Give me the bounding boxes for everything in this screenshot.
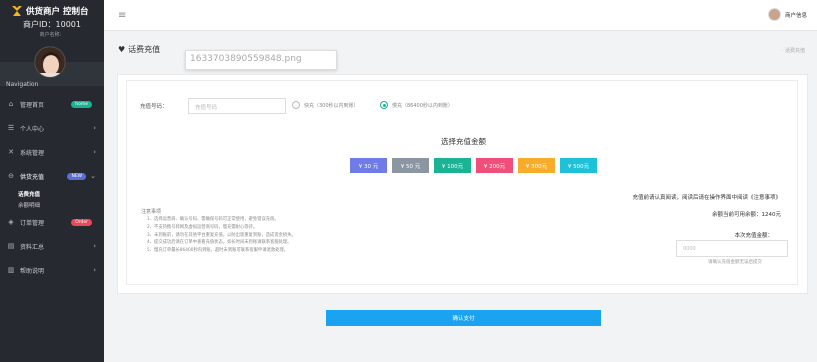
note-item: 2、不支持携号转网及虚拟运营商号码，慢充需耐心等待。	[147, 224, 258, 230]
note-item: 4、提交成功后请在订单中查看充值状态，如长时间未到账请联系客服处理。	[147, 240, 292, 246]
note-item: 3、未到账前，请勿在其他平台重复充值，以防出现重复到账，造成资金损失。	[147, 232, 296, 238]
chevron-right-icon: ›	[93, 148, 96, 156]
page-title: ♥ 话费充值	[118, 44, 160, 55]
menu-toggle-icon[interactable]: ≡	[118, 10, 126, 21]
amount-button-30[interactable]: ¥ 30 元	[350, 158, 387, 173]
chevron-right-icon: ›	[93, 124, 96, 132]
amount-button-500[interactable]: ¥ 500元	[560, 158, 597, 173]
phone-label: 充值号码：	[140, 104, 168, 110]
chevron-down-icon: ⌄	[90, 172, 96, 180]
sidebar-item-help[interactable]: ▥ 帮助说明 ›	[0, 258, 104, 282]
page-title-text: 话费充值	[128, 45, 161, 54]
user-menu-label: 商户信息	[784, 12, 807, 19]
radio-slow-label: 慢充（86400秒以内到账）	[392, 102, 453, 109]
notice-text: 充值前请认真阅读，阅读后请在操作界面中阅读《注意事项》	[632, 195, 781, 201]
sidebar: 供货商户 控制台 商户ID：10001 商户名称： Navigation ⌂ 管…	[0, 0, 104, 362]
submenu-item-phone-recharge[interactable]: 话费充值	[18, 188, 104, 199]
logo-icon	[12, 6, 22, 16]
nav-title: Navigation	[6, 81, 39, 88]
shuffle-icon: ✕	[8, 148, 14, 156]
brand-title: 供货商户 控制台	[26, 7, 89, 17]
merchant-name: 商户名称：	[39, 32, 65, 38]
note-item: 1、选择运营商、确认号码、需确保号码可正常使用，避免错误充值。	[147, 217, 279, 222]
radio-slow-charge[interactable]: 慢充（86400秒以内到账）	[380, 101, 453, 109]
phone-row: 充值号码： 充值号码	[140, 98, 286, 114]
amount-options: ¥ 30 元 ¥ 50 元 ¥ 100元 ¥ 200元 ¥ 300元 ¥ 500…	[350, 158, 597, 173]
amount-button-300[interactable]: ¥ 300元	[518, 158, 555, 173]
heart-icon: ♥	[118, 45, 126, 54]
chevron-right-icon: ›	[93, 242, 96, 250]
doc-icon: ▤	[7, 242, 15, 250]
order-badge: Order	[71, 218, 92, 226]
merchant-id: 商户ID：10001	[23, 20, 81, 29]
home-badge: home	[71, 100, 92, 108]
sidebar-item-recharge[interactable]: ⊖ 供货充值 NEW ⌄	[0, 164, 104, 188]
sidebar-item-summary[interactable]: ▤ 资料汇总 ›	[0, 234, 104, 258]
balance-text: 余额当前可用余额：1240元	[712, 212, 781, 218]
amount-button-200[interactable]: ¥ 200元	[476, 158, 513, 173]
filename-tooltip: 1633703890559848.png	[185, 50, 337, 70]
sidebar-item-label: 个人中心	[20, 125, 45, 133]
sidebar-item-label: 管理首页	[20, 101, 45, 109]
cube-icon: ◈	[8, 218, 14, 226]
sidebar-item-home[interactable]: ⌂ 管理首页 home	[0, 92, 104, 116]
chevron-right-icon: ›	[93, 266, 96, 274]
radio-checked-icon	[380, 101, 388, 109]
pay-amount-field[interactable]: 0000	[676, 240, 788, 257]
box-icon: ⊖	[8, 172, 14, 180]
breadcrumb[interactable]: · 话费充值	[782, 47, 805, 54]
pay-amount-label: 本次充值金额：	[734, 233, 773, 239]
user-avatar	[767, 8, 781, 21]
note-item: 5、慢充订单最长86400秒内到账，超时未到账可联系客服申请退款处理。	[147, 248, 289, 254]
sidebar-item-label: 系统管理	[20, 149, 45, 157]
sidebar-item-orders[interactable]: ◈ 订单管理 Order	[0, 210, 104, 234]
book-icon: ▥	[7, 266, 15, 274]
payment-summary: 充值前请认真阅读，阅读后请在操作界面中阅读《注意事项》 余额当前可用余额：124…	[632, 193, 781, 239]
radio-unchecked-icon	[292, 101, 300, 109]
nav-menu: ⌂ 管理首页 home ☰ 个人中心 › ✕ 系统管理 › ⊖ 供货充值 NEW…	[0, 92, 104, 282]
amount-button-50[interactable]: ¥ 50 元	[392, 158, 429, 173]
sidebar-item-label: 帮助说明	[20, 267, 45, 275]
submenu-item-balance-detail[interactable]: 余额明细	[18, 199, 104, 210]
home-icon: ⌂	[8, 100, 14, 108]
phone-input[interactable]: 充值号码	[188, 98, 286, 114]
recharge-submenu: 话费充值 余额明细	[0, 188, 104, 210]
user-icon: ☰	[7, 124, 15, 132]
notes-title: 注意事项	[141, 209, 162, 215]
sidebar-item-label: 订单管理	[20, 219, 45, 227]
amount-button-100[interactable]: ¥ 100元	[434, 158, 471, 173]
avatar[interactable]	[34, 46, 66, 78]
pay-amount-hint: 请确认充值金额无误后提交	[708, 260, 762, 265]
radio-fast-label: 快充（300秒以内到账）	[304, 102, 359, 109]
radio-fast-charge[interactable]: 快充（300秒以内到账）	[292, 101, 359, 109]
amount-title: 选择充值金额	[441, 137, 486, 146]
notes-list: 1、选择运营商、确认号码、需确保号码可正常使用，避免错误充值。 2、不支持携号转…	[147, 216, 296, 255]
user-menu[interactable]: 商户信息	[767, 8, 807, 21]
confirm-pay-button[interactable]: 确认支付	[326, 310, 601, 326]
topbar: ≡ 商户信息	[104, 0, 817, 31]
sidebar-item-label: 资料汇总	[20, 243, 45, 251]
new-badge: NEW	[67, 172, 87, 180]
sidebar-item-label: 供货充值	[20, 173, 45, 181]
